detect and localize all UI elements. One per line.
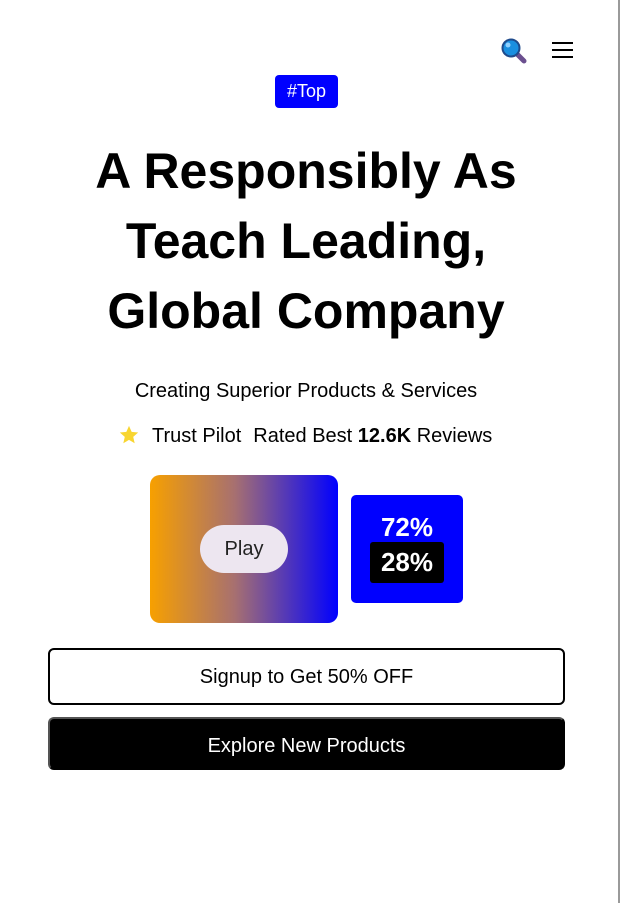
top-tag[interactable]: #Top [275,75,338,108]
rating-prefix: Rated Best [253,425,353,447]
search-icon[interactable] [501,38,527,64]
stats-card: 72% 28% [351,495,463,603]
menu-icon[interactable] [552,40,573,60]
hero-subtitle: Creating Superior Products & Services [134,380,478,402]
rating-count: 12.6K [357,425,412,447]
play-button[interactable]: Play [200,525,288,573]
video-card: Play [150,475,338,623]
signup-button[interactable]: Signup to Get 50% OFF [48,648,565,705]
rating-line: Trust Pilot Rated Best 12.6K Reviews [118,423,492,449]
page-title: A Responsibly As Teach Leading, Global C… [95,143,517,339]
stat-secondary: 28% [370,542,444,583]
rating-suffix: Reviews [416,425,493,447]
rating-source: Trust Pilot [152,425,242,447]
explore-products-button[interactable]: Explore New Products [48,717,565,770]
stat-primary: 72% [380,512,434,542]
star-icon [118,424,140,446]
